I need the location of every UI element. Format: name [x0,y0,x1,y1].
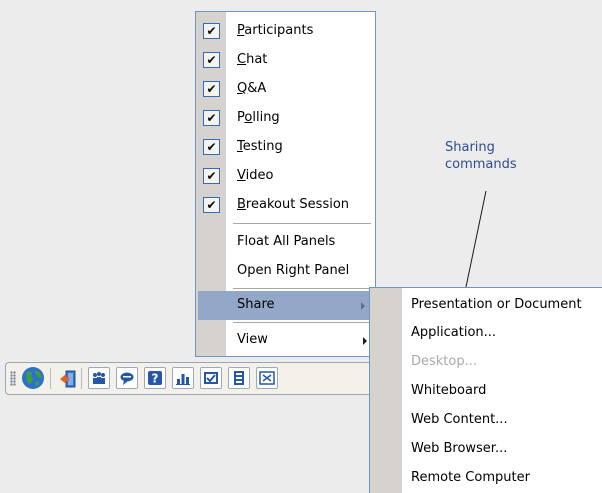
submenu-arrow-icon [363,337,367,345]
menu-item-participants[interactable]: ✔ Participants [196,17,375,46]
menu-item-label: Chat [237,52,268,67]
share-item-web-browser[interactable]: Web Browser... [411,441,507,456]
checkmark-icon: ✔ [203,110,220,126]
share-item-application[interactable]: Application... [411,325,496,340]
annotation-line: Sharing [445,140,495,155]
qa-icon[interactable]: ? [144,367,166,389]
menu-separator [233,322,371,323]
submenu-arrow-icon [361,302,365,310]
menu-item-label: Open Right Panel [237,263,350,278]
menu-item-label: Share [237,297,275,312]
toolbar-divider [50,368,51,389]
menu-item-label: Testing [237,139,283,154]
menu-item-view[interactable]: View [196,326,375,355]
menu-item-label: Participants [237,23,314,38]
share-item-presentation-or-document[interactable]: Presentation or Document [411,297,582,312]
menu-item-breakout-session[interactable]: ✔ Breakout Session [196,191,375,220]
menu-item-testing[interactable]: ✔ Testing [196,133,375,162]
participants-icon[interactable] [88,367,110,389]
share-item-remote-computer[interactable]: Remote Computer [411,470,530,485]
chat-icon[interactable] [116,367,138,389]
toolbar-divider [81,368,82,389]
menu-gutter [370,288,402,493]
menu-separator [233,223,371,224]
menu-separator [233,288,371,289]
share-item-whiteboard[interactable]: Whiteboard [411,383,486,398]
menu-item-label: Float All Panels [237,234,336,249]
panels-context-menu: ✔ Participants ✔ Chat ✔ Q&A ✔ Polling ✔ … [195,11,376,357]
share-submenu: Presentation or Document Application... … [369,287,602,493]
menu-item-polling[interactable]: ✔ Polling [196,104,375,133]
checkmark-icon: ✔ [203,139,220,155]
menu-item-float-all-panels[interactable]: Float All Panels [196,228,375,257]
polling-icon[interactable] [172,367,194,389]
menu-item-chat[interactable]: ✔ Chat [196,46,375,75]
testing-icon[interactable] [200,367,222,389]
share-item-desktop: Desktop... [411,354,478,369]
checkmark-icon: ✔ [203,81,220,97]
menu-item-label: Video [237,168,274,183]
checkmark-icon: ✔ [203,23,220,39]
menu-item-share[interactable]: Share [198,291,373,320]
menu-item-label: View [237,332,268,347]
menu-item-qa[interactable]: ✔ Q&A [196,75,375,104]
breakout-icon[interactable] [256,367,278,389]
exit-icon[interactable] [56,367,78,389]
checkmark-icon: ✔ [203,197,220,213]
share-item-web-content[interactable]: Web Content... [411,412,508,427]
menu-item-label: Polling [237,110,280,125]
svg-text:?: ? [152,372,159,386]
menu-item-label: Breakout Session [237,197,350,212]
menu-item-label: Q&A [237,81,267,96]
video-icon[interactable] [228,367,250,389]
toolbar-grip-handle[interactable] [10,371,16,386]
globe-icon[interactable] [20,365,46,391]
annotation-line: commands [445,157,517,172]
session-toolbar: ? [5,362,375,395]
checkmark-icon: ✔ [203,52,220,68]
checkmark-icon: ✔ [203,168,220,184]
sharing-commands-annotation: Sharing commands [445,139,517,173]
menu-item-video[interactable]: ✔ Video [196,162,375,191]
menu-item-open-right-panel[interactable]: Open Right Panel [196,257,375,286]
